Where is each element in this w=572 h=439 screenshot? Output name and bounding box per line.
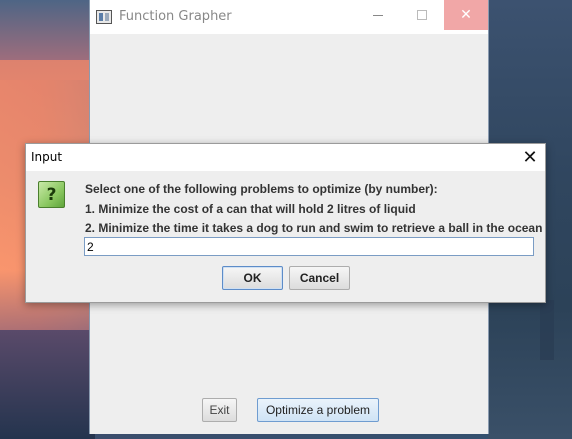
dialog-message-line: Select one of the following problems to … — [85, 182, 438, 196]
maximize-button[interactable] — [400, 0, 444, 30]
dialog-message-line: 2. Minimize the time it takes a dog to r… — [85, 221, 543, 235]
dialog-title: Input — [31, 150, 63, 164]
close-button[interactable]: ✕ — [444, 0, 488, 30]
question-icon: ? — [38, 181, 65, 208]
optimize-problem-button[interactable]: Optimize a problem — [257, 398, 379, 422]
close-icon: ✕ — [460, 7, 472, 23]
minimize-icon — [373, 14, 383, 16]
wallpaper-right-spike — [540, 300, 554, 360]
close-icon: ✕ — [522, 147, 538, 168]
ok-button[interactable]: OK — [222, 266, 283, 290]
minimize-button[interactable] — [356, 0, 400, 30]
exit-button[interactable]: Exit — [202, 398, 237, 422]
input-dialog: Input ✕ ? Select one of the following pr… — [25, 143, 546, 303]
app-icon — [96, 10, 112, 24]
cancel-button[interactable]: Cancel — [289, 266, 350, 290]
dialog-titlebar[interactable]: Input ✕ — [26, 144, 545, 171]
dialog-close-button[interactable]: ✕ — [515, 144, 545, 171]
wallpaper-left-ground — [0, 330, 95, 439]
window-title: Function Grapher — [119, 9, 232, 24]
main-titlebar[interactable]: Function Grapher ✕ — [90, 0, 488, 34]
maximize-icon — [417, 10, 427, 20]
dialog-message-line: 1. Minimize the cost of a can that will … — [85, 202, 416, 216]
problem-number-input[interactable] — [84, 237, 534, 256]
